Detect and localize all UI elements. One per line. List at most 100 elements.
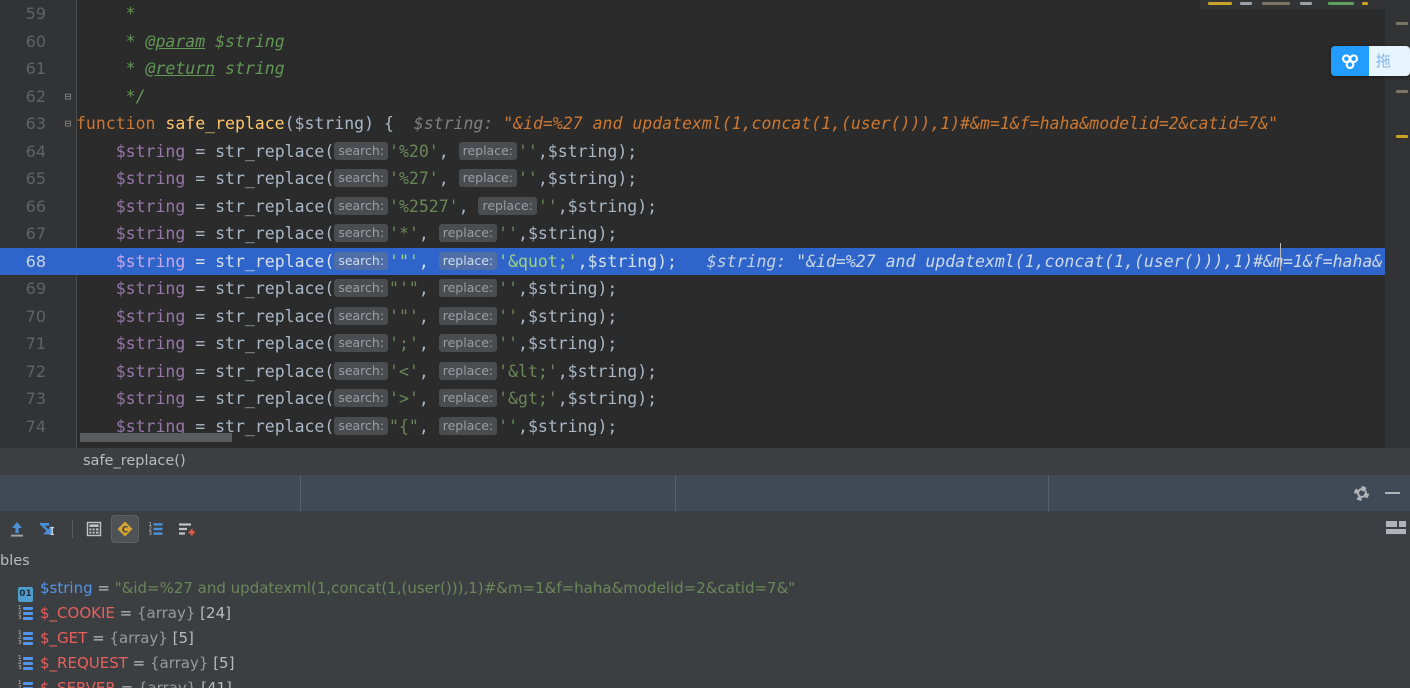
debug-toolbar[interactable]: C 123 <box>0 511 1410 547</box>
array-value-icon: 123 <box>18 680 33 688</box>
operator: = s <box>195 279 226 298</box>
param-hint-replace: replace: <box>478 196 537 215</box>
inline-debug-value[interactable]: "&id=%27 and updatexml(1,concat(1,(user(… <box>503 114 1278 133</box>
equals-sign: = <box>115 679 138 688</box>
operator: = s <box>195 169 226 188</box>
gear-icon[interactable] <box>1354 486 1369 501</box>
code-line[interactable]: 60 * @param $string <box>0 28 1410 56</box>
float-drag-widget[interactable]: 拖拽 <box>1331 46 1410 76</box>
variable-count: [5] <box>167 629 194 647</box>
line-number: 70 <box>25 306 46 326</box>
code-lines[interactable]: 59 * 60 * @param $string 61 * @return stri… <box>0 0 1410 448</box>
docblock-text: string <box>215 59 285 78</box>
step-out-button[interactable] <box>4 516 30 542</box>
code-line[interactable]: 63 ⊟ function safe_replace($string) { $str… <box>0 110 1410 138</box>
line-number: 67 <box>25 224 46 243</box>
fold-marker[interactable]: ⊟ <box>62 110 74 138</box>
search-argument: '"' <box>389 306 419 326</box>
cloud-knot-icon[interactable] <box>1331 46 1369 76</box>
variable-row[interactable]: 01 $string = "&id=%27 and updatexml(1,con… <box>0 576 1410 602</box>
add-watch-button[interactable] <box>173 516 199 542</box>
gutter-marker[interactable] <box>1396 135 1408 138</box>
watch-diamond-icon: C <box>117 521 133 536</box>
param-hint-replace: replace: <box>458 169 517 187</box>
operator: = s <box>195 334 226 353</box>
docblock-tag: @return <box>145 59 216 78</box>
float-widget-label[interactable]: 拖拽 <box>1368 46 1410 76</box>
variable: $string <box>76 279 196 298</box>
variable-row[interactable]: 123 $_SERVER = {array} [41] <box>0 676 1410 688</box>
watches-button[interactable]: C <box>111 514 139 543</box>
gutter-marker[interactable] <box>1396 22 1408 25</box>
code-line[interactable]: 61 * @return string <box>0 55 1410 83</box>
code-editor[interactable]: 59 * 60 * @param $string 61 * @return stri… <box>0 0 1410 448</box>
variable-name: $_SERVER <box>40 679 116 688</box>
param-hint-search: search: <box>334 169 389 187</box>
variable-type: {array} <box>136 604 196 622</box>
code-line[interactable]: 59 * <box>0 0 1410 28</box>
code-line[interactable]: 62 ⊟ */ <box>0 83 1410 111</box>
variable-row[interactable]: 1 2 3 $_COOKIE = {array} [24] <box>0 601 1410 626</box>
docblock-text: * <box>76 59 146 78</box>
evaluate-expression-button[interactable] <box>81 516 107 542</box>
variable: $string <box>76 251 196 271</box>
calculator-icon <box>86 521 102 536</box>
inline-debug-label[interactable]: $string: <box>394 114 503 133</box>
gutter-marker[interactable] <box>1396 90 1408 93</box>
scrollbar-thumb[interactable] <box>80 433 232 442</box>
code-line[interactable]: 66 $string = str_replace(search: '%2527',… <box>0 193 1410 221</box>
comma: , <box>438 141 459 161</box>
breadcrumb-bar: safe_replace() <box>0 448 1410 475</box>
param-hint-search: search: <box>334 279 389 297</box>
code-line[interactable]: 70 $string = str_replace(search: '"', rep… <box>0 303 1410 331</box>
docblock-text: $string <box>205 31 285 51</box>
replace-argument: '' <box>498 224 519 243</box>
variables-list[interactable]: 01 $string = "&id=%27 and updatexml(1,con… <box>0 576 1410 688</box>
call: tr_replace( <box>225 196 335 216</box>
replace-argument: '' <box>518 141 538 161</box>
line-source: $string = str_replace(search: '%2527', re… <box>76 193 657 221</box>
line-number: 64 <box>25 141 46 161</box>
run-to-cursor-button[interactable] <box>34 516 60 542</box>
minimize-icon[interactable] <box>1385 492 1400 494</box>
fold-marker[interactable]: ⊟ <box>62 83 74 111</box>
replace-argument: '&lt;' <box>498 361 558 381</box>
inline-debug-value[interactable]: "&id=%27 and updatexml(1,concat(1,(user(… <box>796 252 1382 271</box>
code-line[interactable]: 69 $string = str_replace(search: "'", rep… <box>0 275 1410 303</box>
code-line[interactable]: 67 $string = str_replace(search: '*', rep… <box>0 220 1410 248</box>
code-line[interactable]: 71 $string = str_replace(search: ';', rep… <box>0 330 1410 358</box>
variable-type: {array} <box>109 629 168 647</box>
phpstorm-debugger-window: 59 * 60 * @param $string 61 * @return stri… <box>0 0 1410 688</box>
debug-tab-row[interactable] <box>0 475 1410 511</box>
code-line[interactable]: 68 $string = str_replace(search: '"', rep… <box>0 247 1410 275</box>
replace-argument: '' <box>498 279 519 298</box>
call: tr_replace( <box>225 389 335 408</box>
variable-row[interactable]: 1 2 3 $_GET = {array} [5] <box>0 626 1410 651</box>
add-list-icon <box>179 522 195 535</box>
sort-values-button[interactable]: 123 <box>143 516 169 542</box>
variable: $string <box>76 334 196 353</box>
editor-horizontal-scrollbar[interactable] <box>76 433 1266 442</box>
comma: , <box>418 389 439 408</box>
docblock-text: * <box>76 31 146 51</box>
layout-settings-icon[interactable] <box>1386 521 1406 536</box>
code-line[interactable]: 73 $string = str_replace(search: '>', rep… <box>0 385 1410 413</box>
variables-tab-label[interactable]: bles <box>0 546 30 576</box>
call-tail: ,$string); <box>537 141 638 161</box>
param-hint-replace: replace: <box>438 334 498 352</box>
search-argument: '>' <box>389 389 419 408</box>
code-line[interactable]: 65 $string = str_replace(search: '%27', r… <box>0 165 1410 193</box>
text-caret <box>1280 243 1281 271</box>
param-hint-replace: replace: <box>438 361 498 380</box>
tab-divider <box>1048 475 1049 511</box>
line-source: $string = str_replace(search: '<', replac… <box>76 358 657 386</box>
code-line[interactable]: 64 $string = str_replace(search: '%20', r… <box>0 138 1410 166</box>
inline-debug-label[interactable]: $string: <box>677 252 796 271</box>
breadcrumb[interactable]: safe_replace() <box>83 448 186 475</box>
code-line[interactable]: 72 $string = str_replace(search: '<', rep… <box>0 358 1410 386</box>
variable-row[interactable]: 1 2 3 $_REQUEST = {array} [5] <box>0 651 1410 676</box>
function-name: safe_replace <box>165 114 285 133</box>
comma: , <box>418 224 439 243</box>
variable-name: $_COOKIE <box>40 604 115 622</box>
equals-sign: = <box>92 579 115 597</box>
